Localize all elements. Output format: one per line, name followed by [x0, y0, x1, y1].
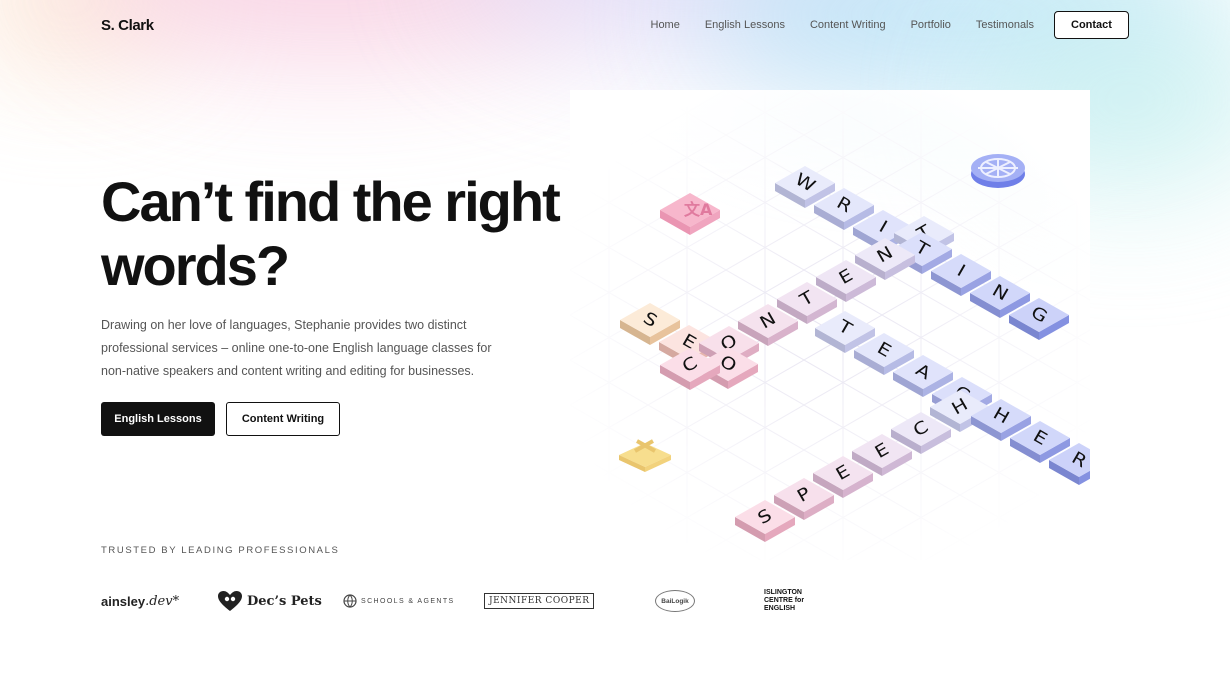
nav-content-writing[interactable]: Content Writing — [810, 19, 886, 31]
crossword-tiles-illustration: WRITTNIENTGSNTEOEOCACHHCEEREPS 文A — [570, 90, 1090, 560]
english-lessons-button[interactable]: English Lessons — [101, 402, 215, 436]
nav-english-lessons[interactable]: English Lessons — [705, 19, 785, 31]
nav-testimonials[interactable]: Testimonals — [976, 19, 1034, 31]
globe-tile-icon — [971, 154, 1025, 188]
contact-button[interactable]: Contact — [1054, 11, 1129, 39]
heart-icon — [218, 591, 242, 611]
nav-home[interactable]: Home — [651, 19, 680, 31]
logo-islington-centre: ISLINGTON CENTRE for ENGLISH — [764, 589, 805, 612]
logo-decs-pets: Dec’s Pets — [217, 585, 322, 617]
svg-text:文A: 文A — [684, 200, 713, 219]
trusted-heading: TRUSTED BY LEADING PROFESSIONALS — [101, 545, 340, 556]
logo-bailogik: BaiLogik — [655, 585, 695, 617]
main-nav: Home English Lessons Content Writing Por… — [651, 11, 1129, 39]
logo-schools-agents: SCHOOLS & AGENTS — [343, 585, 455, 617]
hero-title: Can’t find the right words? — [101, 170, 561, 297]
content-writing-button[interactable]: Content Writing — [226, 402, 340, 436]
brand-logo[interactable]: S. Clark — [101, 17, 154, 34]
hero-description: Drawing on her love of languages, Stepha… — [101, 318, 492, 378]
logo-jennifer-cooper: JENNIFER COOPER — [484, 585, 595, 617]
nav-portfolio[interactable]: Portfolio — [911, 19, 951, 31]
client-logos: ainsley .dev* Dec’s Pets SCHOOLS & AGENTS… — [101, 585, 841, 617]
logo-ainsley-dev: ainsley .dev* — [101, 593, 180, 609]
globe-icon — [343, 594, 357, 608]
site-header: S. Clark Home English Lessons Content Wr… — [101, 11, 1129, 39]
